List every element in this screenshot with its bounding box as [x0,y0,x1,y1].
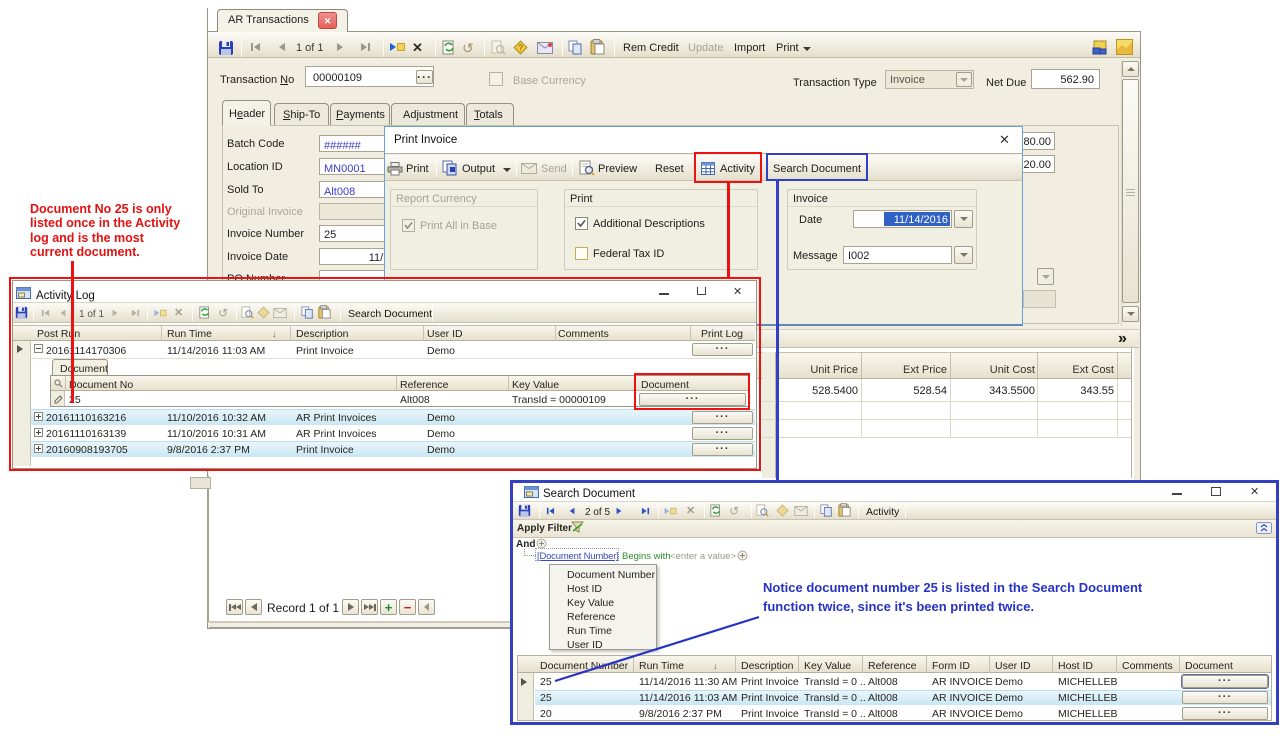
svg-text:?: ? [518,44,523,53]
